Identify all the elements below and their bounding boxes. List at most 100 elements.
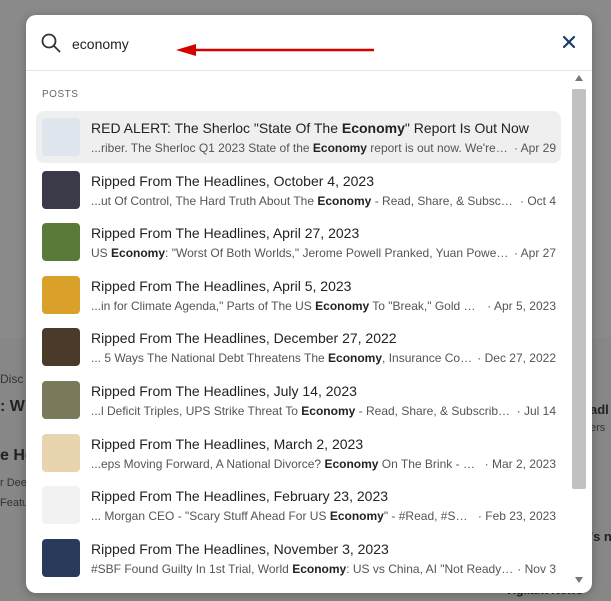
result-title: Ripped From The Headlines, April 27, 202… <box>91 225 359 241</box>
snippet-highlight: Economy <box>328 351 383 366</box>
result-date: · Oct 4 <box>516 194 556 208</box>
result-meta: US Economy: "Worst Of Both Worlds," Jero… <box>91 246 556 260</box>
snippet-text: ...eps Moving Forward, A National Divorc… <box>91 456 325 471</box>
result-snippet: ... 5 Ways The National Debt Threatens T… <box>91 351 473 365</box>
result-title-text: Ripped From The Headlines, December 27, … <box>91 330 397 347</box>
result-title-text: Ripped From The Headlines, October 4, 20… <box>91 172 375 189</box>
date-value: Apr 29 <box>520 141 556 155</box>
result-title-text: RED ALERT: The Sherloc "State Of The <box>91 120 342 136</box>
snippet-highlight: Economy <box>315 298 370 313</box>
post-thumbnail <box>42 118 80 156</box>
result-title-text: Ripped From The Headlines, April 27, 202… <box>91 225 360 242</box>
section-label-posts: POSTS <box>42 89 79 100</box>
result-meta: ...l Deficit Triples, UPS Strike Threat … <box>91 404 556 418</box>
result-item[interactable]: Ripped From The Headlines, December 27, … <box>36 321 561 373</box>
result-date: · Apr 27 <box>510 246 556 260</box>
snippet-highlight: Economy <box>111 246 166 261</box>
result-title: Ripped From The Headlines, April 5, 2023 <box>91 278 351 294</box>
date-value: Nov 3 <box>524 561 556 576</box>
result-date: · Apr 29 <box>510 141 556 155</box>
result-snippet: US Economy: "Worst Of Both Worlds," Jero… <box>91 246 510 260</box>
date-value: Apr 5, 2023 <box>493 298 556 313</box>
post-thumbnail <box>42 433 80 472</box>
date-separator: · <box>517 561 525 576</box>
result-meta: ...eps Moving Forward, A National Divorc… <box>91 457 556 471</box>
result-item[interactable]: RED ALERT: The Sherloc "State Of The Eco… <box>36 111 561 163</box>
result-title-text-end: " Report Is Out Now <box>404 120 529 136</box>
result-date: · Dec 27, 2022 <box>473 351 556 365</box>
background-tab: Disc <box>0 372 24 386</box>
result-meta: ...in for Climate Agenda," Parts of The … <box>91 299 556 313</box>
background-text-right-1: ers <box>590 422 606 434</box>
post-thumbnail <box>42 538 80 577</box>
post-thumbnail <box>42 486 80 525</box>
result-item[interactable]: Ripped From The Headlines, November 3, 2… <box>36 532 561 584</box>
result-title-text: Ripped From The Headlines, November 3, 2… <box>91 540 389 557</box>
snippet-text: US <box>91 246 112 261</box>
result-item[interactable]: Ripped From The Headlines, February 23, … <box>36 479 561 531</box>
result-title-text: Ripped From The Headlines, February 23, … <box>91 488 389 505</box>
snippet-text: ...riber. The Sherloc Q1 2023 State of t… <box>91 141 313 155</box>
snippet-highlight: Economy <box>312 141 367 155</box>
date-separator: · <box>516 404 524 418</box>
result-date: · Mar 2, 2023 <box>481 457 556 471</box>
date-value: Jul 14 <box>523 404 556 418</box>
background-heading-right-2: 's n <box>590 529 611 544</box>
snippet-highlight: Economy <box>301 404 356 418</box>
result-item[interactable]: Ripped From The Headlines, April 5, 2023… <box>36 269 561 321</box>
scroll-down-icon[interactable] <box>575 577 583 583</box>
date-value: Dec 27, 2022 <box>484 351 556 366</box>
result-date: · Nov 3 <box>513 562 556 576</box>
snippet-text-end: - Read, Share, & Subscribe - S... <box>358 404 513 418</box>
snippet-text-end: : US vs China, AI "Not Ready For... <box>346 561 513 576</box>
result-item[interactable]: Ripped From The Headlines, July 14, 2023… <box>36 374 561 426</box>
result-item[interactable]: Ripped From The Headlines, March 2, 2023… <box>36 427 561 479</box>
result-snippet: #SBF Found Guilty In 1st Trial, World Ec… <box>91 562 513 576</box>
snippet-text: #SBF Found Guilty In 1st Trial, World <box>91 561 293 576</box>
result-title: Ripped From The Headlines, February 23, … <box>91 488 388 504</box>
date-separator: · <box>513 141 521 155</box>
result-title: Ripped From The Headlines, November 3, 2… <box>91 541 389 557</box>
scroll-up-icon[interactable] <box>575 75 583 81</box>
date-separator: · <box>513 246 521 261</box>
scroll-thumb[interactable] <box>572 89 586 489</box>
scrollbar[interactable] <box>570 71 588 587</box>
snippet-text-end: " - #Read, #Share, ... <box>383 509 474 524</box>
date-separator: · <box>487 298 494 313</box>
result-snippet: ...in for Climate Agenda," Parts of The … <box>91 299 483 313</box>
date-separator: · <box>484 456 492 471</box>
search-modal: POSTS RED ALERT: The Sherloc "State Of T… <box>26 15 592 593</box>
search-results: POSTS RED ALERT: The Sherloc "State Of T… <box>26 71 568 593</box>
search-icon <box>41 33 61 53</box>
post-thumbnail <box>42 381 80 419</box>
snippet-text-end: report is out now. We're o... <box>366 141 510 155</box>
date-value: Apr 27 <box>520 246 556 261</box>
result-item[interactable]: Ripped From The Headlines, October 4, 20… <box>36 164 561 216</box>
date-separator: · <box>477 351 485 366</box>
snippet-text: ... Morgan CEO - "Scary Stuff Ahead For … <box>91 509 330 524</box>
result-meta: ... 5 Ways The National Debt Threatens T… <box>91 351 556 365</box>
result-date: · Jul 14 <box>513 404 556 418</box>
snippet-text-end: - Read, Share, & Subscrib... <box>371 193 516 208</box>
result-item[interactable]: Ripped From The Headlines, April 27, 202… <box>36 216 561 268</box>
result-snippet: ...ut Of Control, The Hard Truth About T… <box>91 194 516 208</box>
result-title: RED ALERT: The Sherloc "State Of The Eco… <box>91 120 529 136</box>
result-title-highlight: Economy <box>341 120 405 136</box>
snippet-text: ...ut Of Control, The Hard Truth About T… <box>91 193 318 208</box>
date-value: Mar 2, 2023 <box>491 456 556 471</box>
result-title-text: Ripped From The Headlines, April 5, 2023 <box>91 277 352 294</box>
snippet-text-end: : "Worst Of Both Worlds," Jerome Powell … <box>165 246 510 261</box>
result-title-text: Ripped From The Headlines, July 14, 2023 <box>91 383 357 399</box>
snippet-highlight: Economy <box>292 561 347 576</box>
result-date: · Apr 5, 2023 <box>483 299 556 313</box>
post-thumbnail <box>42 223 80 262</box>
result-title: Ripped From The Headlines, March 2, 2023 <box>91 436 363 452</box>
post-thumbnail <box>42 275 80 314</box>
result-meta: ... Morgan CEO - "Scary Stuff Ahead For … <box>91 509 556 523</box>
result-snippet: ...l Deficit Triples, UPS Strike Threat … <box>91 404 513 418</box>
result-title: Ripped From The Headlines, October 4, 20… <box>91 173 374 189</box>
snippet-text: ...in for Climate Agenda," Parts of The … <box>91 298 316 313</box>
result-meta: ...ut Of Control, The Hard Truth About T… <box>91 194 556 208</box>
result-title: Ripped From The Headlines, December 27, … <box>91 330 397 346</box>
close-icon[interactable] <box>560 33 578 51</box>
